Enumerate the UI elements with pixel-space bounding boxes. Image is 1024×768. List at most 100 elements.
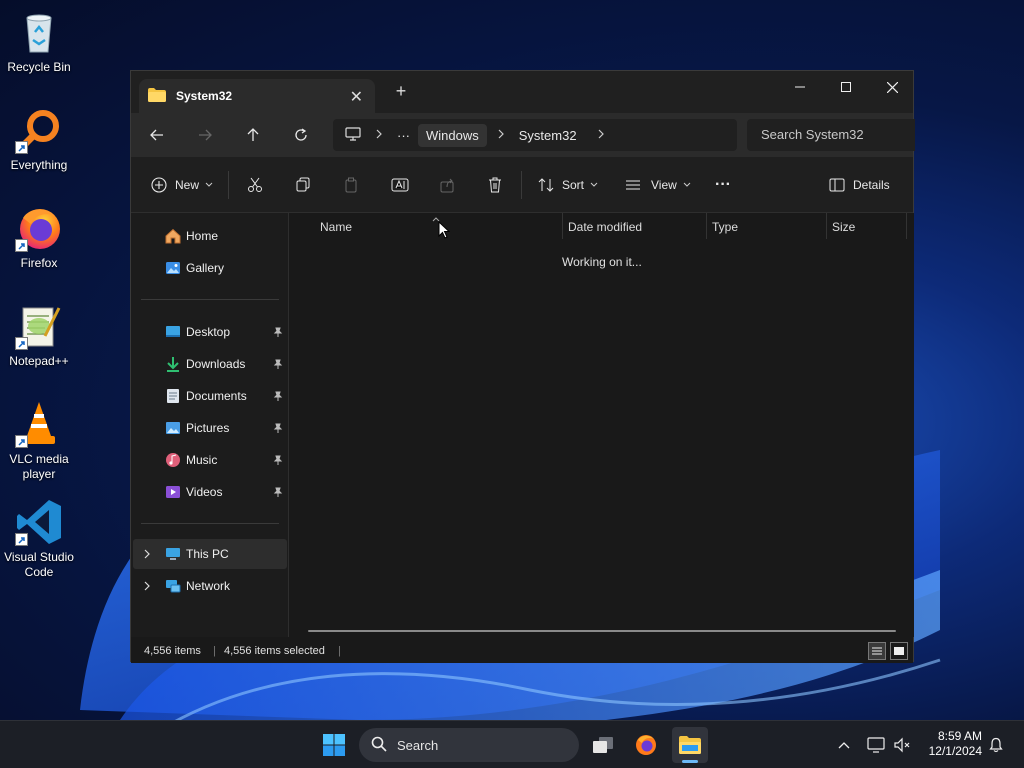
tiles-view-button[interactable] bbox=[890, 642, 908, 660]
desktop-icon-label: Recycle Bin bbox=[7, 60, 71, 74]
pin-icon bbox=[273, 454, 283, 468]
desktop-icon-label: VLC media player bbox=[9, 452, 69, 481]
folder-icon bbox=[148, 87, 166, 105]
view-label: View bbox=[651, 178, 677, 192]
notifications-button[interactable] bbox=[986, 735, 1006, 755]
tiles-view-icon bbox=[894, 647, 904, 655]
nav-label: Pictures bbox=[186, 421, 230, 435]
desktop-icon-label: Notepad++ bbox=[9, 354, 69, 368]
search-input[interactable]: Search System32 bbox=[747, 119, 915, 151]
column-date-modified[interactable]: Date modified bbox=[568, 220, 642, 234]
horizontal-scrollbar[interactable] bbox=[308, 630, 896, 632]
divider bbox=[141, 523, 279, 524]
desktop-icon-recycle-bin[interactable]: Recycle Bin bbox=[0, 8, 78, 75]
minimize-button[interactable] bbox=[777, 71, 823, 103]
address-bar[interactable]: ··· Windows System32 bbox=[333, 119, 737, 151]
clock[interactable]: 8:59 AM 12/1/2024 bbox=[918, 729, 982, 759]
sort-button[interactable]: Sort bbox=[538, 175, 598, 195]
desktop-icon-vscode[interactable]: Visual Studio Code bbox=[0, 498, 78, 580]
desktop-icon-everything[interactable]: Everything bbox=[0, 106, 78, 173]
refresh-button[interactable] bbox=[291, 125, 311, 145]
view-button[interactable]: View bbox=[625, 175, 691, 195]
column-name[interactable]: Name bbox=[320, 220, 352, 234]
file-explorer-window: System32 ✕ + ··· Windows System32 Search… bbox=[130, 70, 915, 663]
rename-button[interactable] bbox=[391, 175, 409, 195]
task-view-icon bbox=[593, 737, 613, 753]
vscode-icon bbox=[15, 498, 63, 546]
show-hidden-icons-button[interactable] bbox=[834, 735, 854, 755]
chevron-right-icon[interactable] bbox=[143, 548, 151, 562]
column-divider[interactable] bbox=[906, 213, 907, 239]
column-type[interactable]: Type bbox=[712, 220, 738, 234]
copy-button[interactable] bbox=[295, 175, 311, 195]
nav-item-this-pc[interactable]: This PC bbox=[133, 539, 287, 569]
chevron-up-icon bbox=[838, 742, 850, 749]
nav-item-documents[interactable]: Documents bbox=[133, 381, 287, 411]
back-button[interactable] bbox=[147, 125, 167, 145]
close-tab-icon[interactable]: ✕ bbox=[350, 87, 363, 107]
up-button[interactable] bbox=[243, 125, 263, 145]
nav-item-desktop[interactable]: Desktop bbox=[133, 317, 287, 347]
maximize-icon bbox=[841, 82, 851, 92]
close-button[interactable] bbox=[869, 71, 915, 103]
desktop-icon-vlc[interactable]: VLC media player bbox=[0, 400, 78, 482]
chevron-right-icon[interactable] bbox=[143, 580, 151, 594]
share-button[interactable] bbox=[439, 175, 455, 195]
new-button[interactable]: New bbox=[151, 175, 213, 195]
up-arrow-icon bbox=[247, 128, 259, 141]
music-icon bbox=[165, 452, 181, 468]
nav-item-home[interactable]: Home bbox=[133, 221, 287, 251]
task-view-button[interactable] bbox=[585, 727, 621, 763]
status-divider: | bbox=[338, 645, 341, 657]
maximize-button[interactable] bbox=[823, 71, 869, 103]
delete-button[interactable] bbox=[487, 175, 503, 195]
nav-item-network[interactable]: Network bbox=[133, 571, 287, 601]
shortcut-arrow-icon bbox=[15, 435, 28, 448]
column-divider[interactable] bbox=[826, 213, 827, 239]
divider bbox=[141, 299, 279, 300]
nav-item-gallery[interactable]: Gallery bbox=[133, 253, 287, 283]
status-divider: | bbox=[213, 645, 216, 657]
chevron-right-icon bbox=[497, 128, 505, 142]
column-size[interactable]: Size bbox=[832, 220, 855, 234]
command-bar: New Sort View ··· Details bbox=[131, 157, 913, 213]
minimize-icon bbox=[795, 86, 805, 88]
more-options-button[interactable]: ··· bbox=[715, 175, 731, 195]
volume-muted-icon bbox=[894, 737, 910, 753]
pin-icon bbox=[273, 326, 283, 340]
paste-button[interactable] bbox=[343, 175, 359, 195]
breadcrumb-system32[interactable]: System32 bbox=[519, 128, 577, 143]
nav-item-pictures[interactable]: Pictures bbox=[133, 413, 287, 443]
start-button[interactable] bbox=[316, 727, 352, 763]
recycle-bin-icon bbox=[15, 8, 63, 56]
nav-label: Home bbox=[186, 229, 219, 243]
breadcrumb-windows[interactable]: Windows bbox=[418, 123, 487, 147]
taskbar-search[interactable]: Search bbox=[359, 728, 579, 762]
details-view-icon bbox=[872, 647, 882, 655]
volume-button[interactable] bbox=[892, 735, 912, 755]
forward-button[interactable] bbox=[195, 125, 215, 145]
desktop-icon-firefox[interactable]: Firefox bbox=[0, 204, 78, 271]
item-count: 4,556 items bbox=[144, 645, 201, 657]
column-divider[interactable] bbox=[562, 213, 563, 239]
taskbar-file-explorer[interactable] bbox=[672, 727, 708, 763]
desktop-icon-notepadpp[interactable]: Notepad++ bbox=[0, 302, 78, 369]
tab-system32[interactable]: System32 ✕ bbox=[139, 79, 375, 113]
nav-label: Desktop bbox=[186, 325, 231, 339]
details-view-button[interactable] bbox=[868, 642, 886, 660]
network-status-button[interactable] bbox=[866, 735, 886, 755]
nav-item-music[interactable]: Music bbox=[133, 445, 287, 475]
details-pane-button[interactable]: Details bbox=[829, 175, 890, 195]
navigation-pane: Home Gallery Desktop Downloads Documents… bbox=[131, 213, 289, 637]
clipboard-icon bbox=[345, 177, 357, 193]
navigation-bar: ··· Windows System32 Search System32 bbox=[131, 113, 915, 157]
nav-item-videos[interactable]: Videos bbox=[133, 477, 287, 507]
nav-label: Gallery bbox=[186, 261, 225, 275]
nav-item-downloads[interactable]: Downloads bbox=[133, 349, 287, 379]
column-divider[interactable] bbox=[706, 213, 707, 239]
computer-icon bbox=[165, 546, 181, 562]
cut-button[interactable] bbox=[247, 175, 263, 195]
taskbar-firefox[interactable] bbox=[628, 727, 664, 763]
new-tab-button[interactable]: + bbox=[393, 82, 409, 100]
address-more-button[interactable]: ··· bbox=[397, 128, 410, 143]
